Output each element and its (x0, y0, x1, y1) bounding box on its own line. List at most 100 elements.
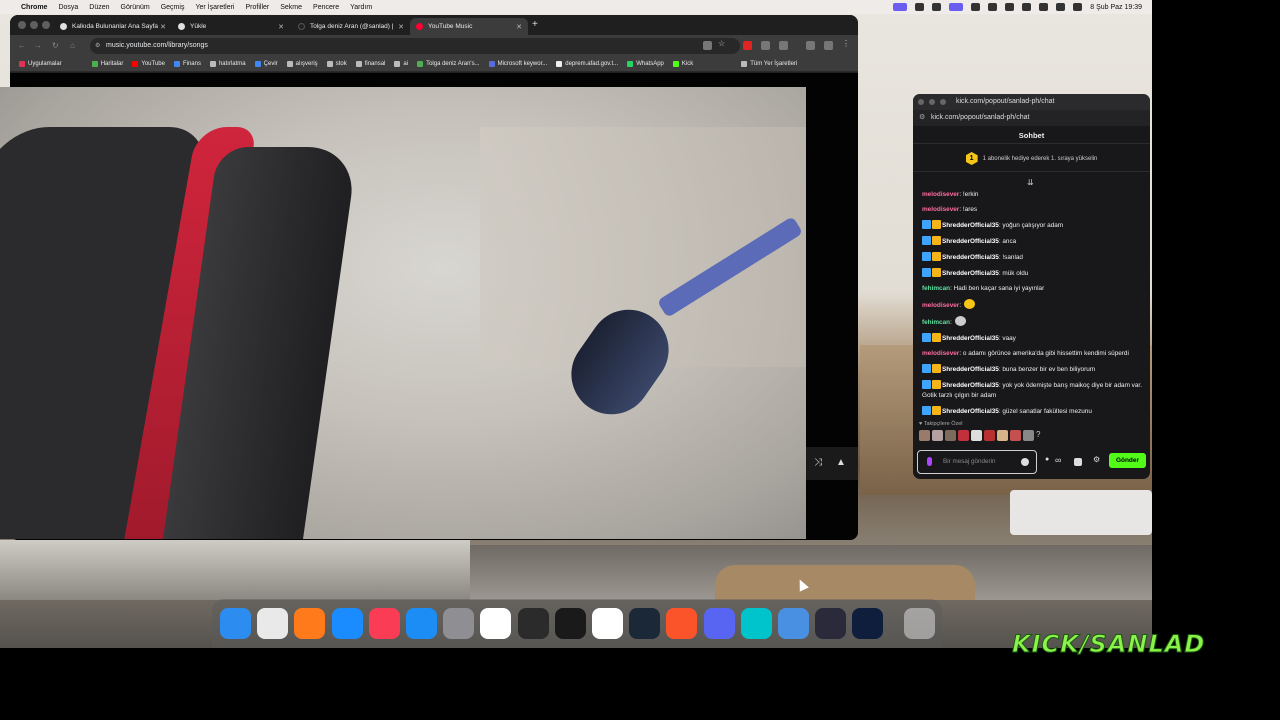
help-icon[interactable]: ? (1036, 430, 1047, 441)
maximize-window-button[interactable] (42, 21, 50, 29)
bookmark-cevir[interactable]: Çevir (254, 61, 278, 67)
bookmark-folder-hatirlatma[interactable]: hatırlatma (209, 61, 246, 67)
dock-app-lightroom-icon[interactable] (852, 608, 884, 639)
extensions-puzzle-icon[interactable] (779, 41, 788, 50)
dock-app-brave-icon[interactable] (666, 608, 698, 639)
tab-youtube-music[interactable]: YouTube Music ✕ (410, 18, 528, 35)
emote-icon[interactable] (932, 430, 943, 441)
new-tab-button[interactable]: + (532, 19, 538, 30)
close-window-button[interactable] (918, 99, 924, 105)
bookmark-kick[interactable]: Kick (672, 61, 693, 67)
settings-icon[interactable]: ⚙ (1093, 455, 1100, 464)
emote-icon[interactable] (971, 430, 982, 441)
kick-address-bar[interactable]: ⚙ kick.com/popout/sanlad-ph/chat (913, 110, 1150, 126)
emoji-icon[interactable] (1021, 458, 1029, 466)
send-button[interactable]: Gönder (1109, 453, 1146, 468)
emote-icon[interactable] (1010, 430, 1021, 441)
chat-username[interactable]: ShredderOfficial35 (942, 270, 999, 277)
dock-app-trash-icon[interactable] (904, 608, 935, 639)
chat-username[interactable]: ShredderOfficial35 (942, 335, 999, 342)
emote-icon[interactable] (945, 430, 956, 441)
bookmark-apps[interactable]: Uygulamalar (19, 61, 62, 67)
gift-banner[interactable]: 1 1 abonelik hediye ederek 1. sıraya yük… (913, 146, 1150, 172)
close-icon[interactable]: ✕ (398, 23, 404, 31)
chat-username[interactable]: ShredderOfficial35 (942, 254, 999, 261)
chat-username[interactable]: melodisever (922, 302, 959, 309)
bluetooth-icon[interactable] (971, 3, 981, 11)
maximize-window-button[interactable] (940, 99, 946, 105)
dock-app-simulator-icon[interactable] (778, 608, 809, 639)
chat-username[interactable]: ShredderOfficial35 (942, 222, 999, 229)
infinity-icon[interactable]: ∞ (1055, 455, 1061, 465)
reload-icon[interactable]: ↻ (52, 41, 59, 50)
bookmark-microsoft[interactable]: Microsoft keywor... (488, 61, 547, 67)
chat-input[interactable]: Bir mesaj gönderin (917, 450, 1037, 474)
chat-username[interactable]: ShredderOfficial35 (942, 238, 999, 245)
dock-app-finder-icon[interactable] (220, 608, 251, 639)
address-bar[interactable]: ⚙ music.youtube.com/library/songs (90, 38, 740, 54)
menu-item-profiller[interactable]: Profiller (246, 4, 270, 11)
dock-app-firefox-icon[interactable] (294, 608, 326, 639)
close-icon[interactable]: ✕ (278, 23, 284, 31)
chat-username[interactable]: melodisever (922, 191, 959, 198)
dock-app-davinci-resolve-icon[interactable] (517, 608, 549, 639)
install-icon[interactable] (703, 41, 712, 50)
dock-app-perplexity-icon[interactable] (554, 608, 586, 639)
emote-icon[interactable] (997, 430, 1008, 441)
dock-app-music-icon[interactable] (368, 608, 400, 639)
menu-icon[interactable]: ⋮ (842, 39, 851, 48)
emote-icon[interactable] (958, 430, 969, 441)
menu-item-duzen[interactable]: Düzen (89, 4, 109, 11)
menu-item-gorunum[interactable]: Görünüm (121, 4, 150, 11)
siri-icon[interactable] (1073, 3, 1083, 11)
bookmark-whatsapp[interactable]: WhatsApp (627, 61, 664, 67)
status-icon[interactable] (932, 3, 942, 11)
chat-username[interactable]: melodisever (922, 206, 959, 213)
mic-icon[interactable] (927, 457, 932, 466)
wifi-icon[interactable] (1022, 3, 1032, 11)
chat-username[interactable]: ShredderOfficial35 (942, 366, 999, 373)
emote-icon[interactable] (919, 430, 930, 441)
back-icon[interactable]: ← (18, 41, 26, 50)
bookmark-maps[interactable]: Haritalar (91, 61, 123, 67)
chat-username[interactable]: melodisever (922, 350, 959, 357)
screen-record-icon[interactable] (893, 3, 908, 11)
bookmark-all[interactable]: Tüm Yer İşaretleri (741, 61, 797, 67)
dock-app-launchpad-icon[interactable] (257, 608, 289, 639)
site-info-icon[interactable]: ⚙ (919, 110, 925, 126)
chat-username[interactable]: fehimcan (922, 319, 950, 326)
dock-app-chrome-icon[interactable] (480, 608, 512, 639)
dock-app-app-store-icon[interactable] (406, 608, 437, 639)
bookmark-folder-stok[interactable]: stok (326, 61, 347, 67)
bookmark-folder-finansal[interactable]: finansal (355, 61, 385, 67)
emote-icon[interactable] (984, 430, 995, 441)
menu-item-gecmis[interactable]: Geçmiş (161, 4, 185, 11)
profile-icon[interactable] (824, 41, 833, 50)
menu-item-dosya[interactable]: Dosya (58, 4, 78, 11)
site-info-icon[interactable]: ⚙ (95, 38, 100, 54)
forward-icon[interactable]: → (34, 41, 42, 50)
search-icon[interactable] (1039, 3, 1049, 11)
dock-app-chatgpt-icon[interactable] (592, 608, 623, 639)
clock[interactable]: 8 Şub Paz 19:39 (1090, 4, 1142, 11)
minimize-window-button[interactable] (30, 21, 38, 29)
store-icon[interactable] (1074, 458, 1082, 466)
menu-app-name[interactable]: Chrome (21, 4, 47, 11)
control-center-icon[interactable] (1056, 3, 1066, 11)
bookmark-tolga[interactable]: Tolga deniz Aran's... (417, 61, 480, 67)
chat-username[interactable]: ShredderOfficial35 (942, 408, 999, 415)
tab-kalkida[interactable]: Kalkıda Bulunanlar Ana Sayfa ✕ (54, 18, 172, 35)
battery-icon[interactable] (1005, 3, 1015, 11)
chat-username[interactable]: fehimcan (922, 285, 950, 292)
play-icon[interactable] (988, 3, 998, 11)
menu-item-pencere[interactable]: Pencere (313, 4, 339, 11)
extension-icon[interactable] (761, 41, 770, 50)
status-icon[interactable] (915, 3, 925, 11)
menu-item-yer-isaretleri[interactable]: Yer İşaretleri (195, 4, 234, 11)
dock-app-discord-icon[interactable] (703, 608, 735, 639)
dock-app-system-settings-icon[interactable] (443, 608, 475, 639)
dock-app-steam-icon[interactable] (629, 608, 661, 639)
expand-icon[interactable]: ▲ (836, 457, 846, 468)
status-icon[interactable] (949, 3, 964, 11)
shuffle-icon[interactable]: ⤨ (814, 457, 822, 468)
